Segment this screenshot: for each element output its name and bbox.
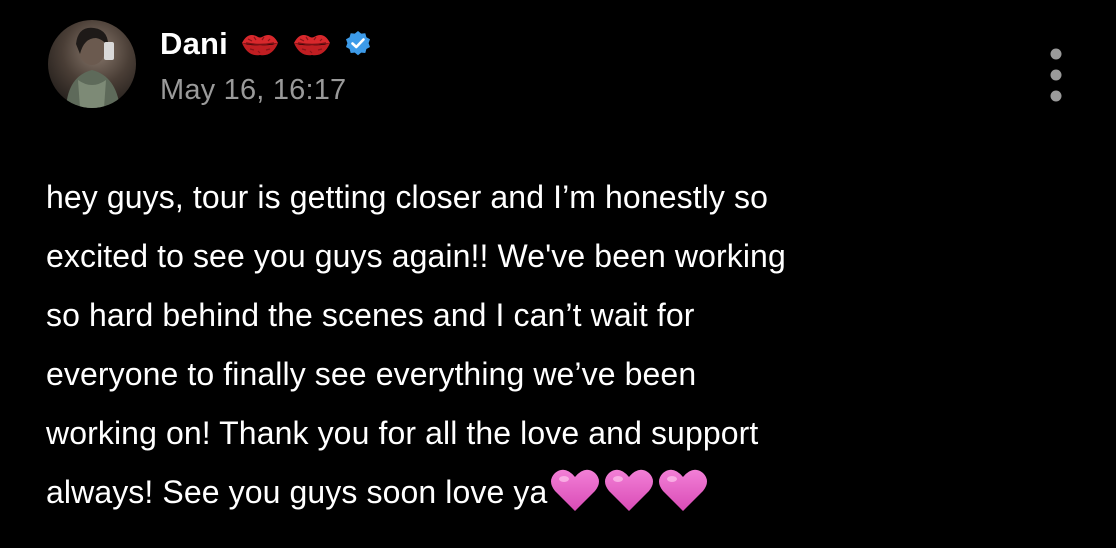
post-body-line: so hard behind the scenes and I can’t wa… [46,297,695,333]
post-body: hey guys, tour is getting closer and I’m… [46,168,1086,522]
kiss-mark-icon [240,29,280,59]
post-card: Dani May 16, 16:17 hey guys, tour is get… [0,0,1116,548]
author-display-name[interactable]: Dani [160,26,228,62]
post-body-last-line: always! See you guys soon love ya [46,463,1086,522]
post-body-line: hey guys, tour is getting closer and I’m… [46,179,769,215]
post-body-line: always! See you guys soon love ya [46,474,548,510]
more-options-button[interactable] [1044,48,1068,102]
verified-badge-icon [344,30,372,58]
author-name-row: Dani [160,22,372,66]
post-body-line: working on! Thank you for all the love a… [46,415,759,451]
more-vertical-icon [1050,48,1062,102]
post-header: Dani May 16, 16:17 [160,22,372,107]
pink-heart-icon [603,467,655,513]
post-timestamp: May 16, 16:17 [160,74,347,106]
post-body-line: everyone to finally see everything we’ve… [46,356,697,392]
pink-heart-icon [657,467,709,513]
kiss-mark-icon [292,29,332,59]
avatar[interactable] [48,20,136,108]
post-body-line: excited to see you guys again!! We've be… [46,238,786,274]
pink-heart-icon [549,467,601,513]
